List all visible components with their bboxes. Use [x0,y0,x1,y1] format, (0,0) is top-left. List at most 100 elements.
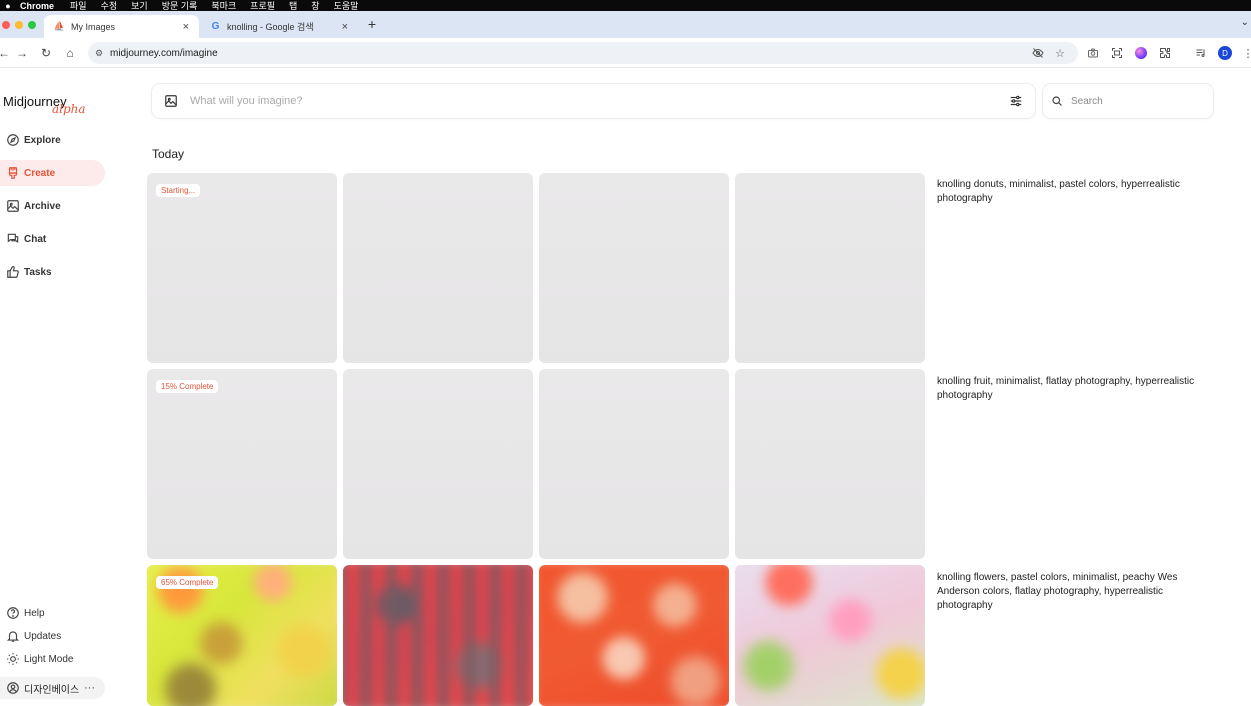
sidebar-item-create[interactable]: Create [0,160,105,186]
menubar-item-bookmarks[interactable]: 북마크 [211,0,236,11]
menubar-app-name[interactable]: Chrome [20,1,54,11]
tab-title: knolling - Google 검색 [227,22,314,32]
image-tile-generating[interactable] [343,565,533,706]
sun-icon [0,652,24,666]
search-box [1043,84,1213,118]
status-badge: 65% Complete [156,576,219,589]
menubar-item-tab[interactable]: 탭 [289,0,297,11]
back-icon[interactable]: ← [0,45,12,61]
bell-icon [0,629,24,643]
apple-icon[interactable]: ● [0,1,16,11]
image-tile-placeholder[interactable] [539,369,729,559]
image-tile-placeholder[interactable] [343,369,533,559]
sidebar-item-label: Updates [24,630,62,642]
image-icon [0,199,24,213]
menubar-item-history[interactable]: 방문 기록 [162,0,198,11]
generated-image-preview [343,565,533,706]
tab-title: My Images [71,21,116,32]
brush-icon [0,166,24,180]
job-prompt-text[interactable]: knolling donuts, minimalist, pastel colo… [937,178,1207,206]
image-tile-placeholder[interactable]: Starting... [147,173,337,363]
tab-close-icon[interactable]: × [183,21,189,33]
menubar-item-view[interactable]: 보기 [131,0,148,11]
sidebar: Midjourney alpha Explore Create Archive … [0,69,140,706]
sidebar-item-label: Help [24,607,45,619]
help-icon [0,606,24,620]
url-text[interactable]: midjourney.com/imagine [110,48,218,59]
more-options-icon[interactable]: ··· [84,682,95,694]
reload-icon[interactable]: ↻ [38,45,54,61]
job-prompt-text[interactable]: knolling flowers, pastel colors, minimal… [937,571,1207,613]
menubar-item-profiles[interactable]: 프로필 [250,0,275,11]
status-badge: 15% Complete [156,380,219,393]
image-tile-generating[interactable]: 65% Complete [147,565,337,706]
generated-image-preview [735,565,925,706]
new-tab-button[interactable]: + [364,16,380,32]
browser-tab-my-images[interactable]: ⛵ My Images × [44,15,199,38]
image-tile-placeholder[interactable] [735,369,925,559]
status-badge: Starting... [156,184,201,197]
forward-icon[interactable]: → [14,45,30,61]
browser-tabstrip: ⛵ My Images × G knolling - Google 검색 × +… [0,11,1251,38]
sidebar-item-light-mode[interactable]: Light Mode [0,646,105,672]
screen-capture-icon[interactable] [1109,45,1125,61]
profile-avatar[interactable]: D [1218,46,1232,60]
image-tile-placeholder[interactable]: 15% Complete [147,369,337,559]
google-favicon-icon: G [211,21,220,32]
search-icon [1043,95,1071,107]
sidebar-item-chat[interactable]: Chat [0,226,105,252]
sidebar-item-label: Create [24,167,56,179]
window-minimize-button[interactable] [15,21,23,29]
midjourney-favicon-icon: ⛵ [53,21,66,31]
menubar-item-file[interactable]: 파일 [70,0,87,11]
bookmark-star-icon[interactable]: ☆ [1052,45,1068,61]
search-input[interactable] [1071,95,1213,107]
os-menubar: ● Chrome 파일 수정 보기 방문 기록 북마크 프로필 탭 창 도움말 [0,0,1251,11]
imagine-prompt-input[interactable] [190,95,997,107]
sidebar-item-label: Archive [24,200,61,212]
sidebar-item-tasks[interactable]: Tasks [0,259,105,285]
extension-orb-icon[interactable] [1133,45,1149,61]
extensions-puzzle-icon[interactable] [1157,45,1173,61]
chat-icon [0,232,24,246]
address-bar[interactable]: ⚙ midjourney.com/imagine ☆ [88,42,1078,64]
sidebar-item-explore[interactable]: Explore [0,127,105,153]
image-tile-placeholder[interactable] [539,173,729,363]
add-image-icon[interactable] [152,94,190,108]
job-prompt-text[interactable]: knolling fruit, minimalist, flatlay phot… [937,375,1207,403]
section-title-today: Today [152,147,185,161]
eye-off-icon[interactable] [1030,45,1046,61]
media-controls-icon[interactable] [1193,45,1209,61]
window-zoom-button[interactable] [28,21,36,29]
site-settings-icon[interactable]: ⚙ [88,48,110,59]
window-close-button[interactable] [2,21,10,29]
home-icon[interactable]: ⌂ [62,45,78,61]
image-tile-placeholder[interactable] [343,173,533,363]
logo-alpha-tag: alpha [52,102,86,116]
sidebar-item-label: Light Mode [24,653,74,665]
user-name: 디자인베이스 [24,684,80,696]
sidebar-item-label: Tasks [24,266,52,278]
camera-icon[interactable] [1085,45,1101,61]
menubar-item-help[interactable]: 도움말 [334,0,359,11]
generated-image-preview [539,565,729,706]
user-avatar-icon [0,681,24,695]
menubar-item-edit[interactable]: 수정 [101,0,118,11]
sidebar-item-label: Explore [24,134,61,146]
menubar-item-window[interactable]: 창 [311,0,319,11]
image-tile-generating[interactable] [539,565,729,706]
compass-icon [0,133,24,147]
tab-close-icon[interactable]: × [342,21,348,33]
sidebar-item-label: Chat [24,233,47,245]
image-tile-generating[interactable] [735,565,925,706]
settings-sliders-icon[interactable] [997,94,1035,108]
image-tile-placeholder[interactable] [735,173,925,363]
thumbs-up-icon [0,265,24,279]
tab-search-chevron-icon[interactable]: ⌄ [1241,17,1249,28]
user-account-row[interactable]: 디자인베이스 ··· [0,677,105,699]
browser-toolbar: ← → ↻ ⌂ ⚙ midjourney.com/imagine ☆ D ⋮ [0,38,1251,68]
browser-menu-icon[interactable]: ⋮ [1240,45,1251,61]
browser-tab-google-search[interactable]: G knolling - Google 검색 × [200,15,358,38]
sidebar-item-archive[interactable]: Archive [0,193,105,219]
imagine-prompt-bar [152,84,1035,118]
